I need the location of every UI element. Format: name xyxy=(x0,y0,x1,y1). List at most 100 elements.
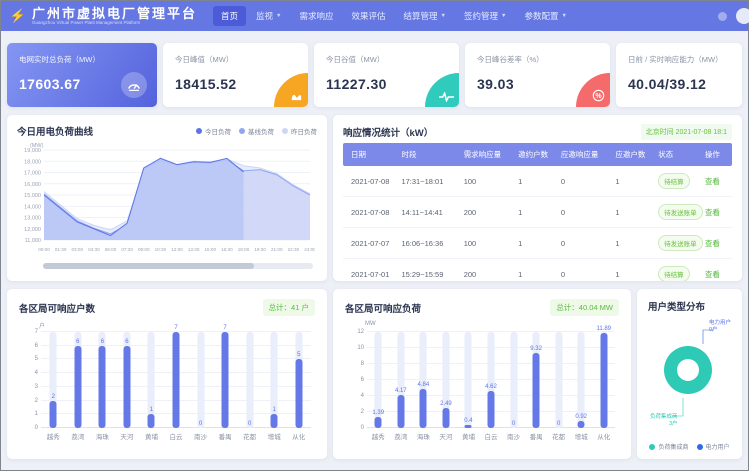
table-cell: 200 xyxy=(460,197,514,228)
nav-item-效果评估[interactable]: 效果评估 xyxy=(344,6,394,26)
chevron-down-icon: ▼ xyxy=(561,13,566,19)
bar-value-label: 0 xyxy=(557,421,560,427)
legend-label: 昨日负荷 xyxy=(291,126,317,136)
bar-value-label: 2.49 xyxy=(440,401,452,407)
legend-今日负荷[interactable]: 今日负荷 xyxy=(196,126,231,136)
svg-text:%: % xyxy=(595,93,601,100)
bar-value xyxy=(148,414,155,428)
nav-item-需求响应[interactable]: 需求响应 xyxy=(292,6,342,26)
table-cell-status: 待结算 xyxy=(654,166,701,197)
nav-item-结算管理[interactable]: 结算管理▼ xyxy=(396,6,454,26)
notification-icon[interactable] xyxy=(718,12,727,21)
legend-label: 负荷集成商 xyxy=(658,442,688,451)
legend-dot-icon xyxy=(239,128,245,134)
table-cell: 14:11~14:41 xyxy=(397,197,459,228)
avatar[interactable] xyxy=(736,8,749,24)
bar-越秀: 2 xyxy=(41,332,66,428)
svg-text:19:30: 19:30 xyxy=(254,247,266,252)
status-badge: 待结算 xyxy=(658,173,690,189)
svg-text:15:00: 15:00 xyxy=(205,247,217,252)
svg-text:12:00: 12:00 xyxy=(171,247,183,252)
response-stats-panel: 响应情况统计（kW） 北京时间 2021-07-08 18:1 日期时段需求响应… xyxy=(333,115,742,281)
svg-text:(MW): (MW) xyxy=(30,143,44,149)
table-cell-status: 待发送账单 xyxy=(654,228,701,259)
slice-value: 0户 xyxy=(709,327,731,334)
bar-增城: 1 xyxy=(262,332,287,428)
view-link[interactable]: 查看 xyxy=(705,270,720,279)
nav-item-监视[interactable]: 监视▼ xyxy=(248,6,289,26)
column-header-时段: 时段 xyxy=(397,143,459,166)
x-label-花都: 花都 xyxy=(237,431,262,441)
column-header-需求响应量: 需求响应量 xyxy=(460,143,514,166)
nav-item-签约管理[interactable]: 签约管理▼ xyxy=(456,6,514,26)
bar-海珠: 6 xyxy=(90,332,115,428)
bar-南沙: 0 xyxy=(188,332,213,428)
table-row: 2021-07-0716:06~16:36100101待发送账单查看 xyxy=(343,228,732,259)
nav-item-label: 效果评估 xyxy=(352,10,386,22)
table-cell: 1 xyxy=(611,166,654,197)
table-cell: 2021-07-07 xyxy=(343,228,397,259)
table-cell: 200 xyxy=(460,259,514,282)
district-users-panel: 各区局可响应户数 总计：41 户 户0123456726661707015越秀荔… xyxy=(7,289,327,459)
bar-value xyxy=(600,333,607,428)
bar-value-label: 4.17 xyxy=(395,388,407,394)
svg-text:17,000: 17,000 xyxy=(24,171,41,177)
status-badge: 待发送账单 xyxy=(658,204,703,220)
x-label-白云: 白云 xyxy=(480,431,503,441)
x-label-白云: 白云 xyxy=(164,431,189,441)
district-load-panel: 各区局可响应负荷 总计：40.04 MW MW0246810121.394.17… xyxy=(333,289,631,459)
bar-value-label: 7 xyxy=(223,325,226,331)
view-link[interactable]: 查看 xyxy=(705,239,720,248)
column-header-邀约户数: 邀约户数 xyxy=(514,143,557,166)
bar-value-label: 1.39 xyxy=(372,410,384,416)
legend-昨日负荷[interactable]: 昨日负荷 xyxy=(282,126,317,136)
top-nav: ⚡ 广州市虚拟电厂管理平台 Guangzhou Virtual Power Pl… xyxy=(1,1,748,31)
y-tick-label: 12 xyxy=(351,329,364,335)
nav-item-首页[interactable]: 首页 xyxy=(213,6,246,26)
slice-value: 3户 xyxy=(650,421,678,428)
nav-item-label: 签约管理 xyxy=(464,10,498,22)
kpi-card-0: 电网实时总负荷（MW）17603.67 xyxy=(7,43,157,107)
y-tick-label: 2 xyxy=(25,398,38,404)
y-tick-label: 7 xyxy=(25,329,38,335)
kpi-card-2: 今日谷值（MW）11227.30 xyxy=(314,43,459,107)
chart-zoom-scrollbar[interactable] xyxy=(43,263,313,269)
view-link[interactable]: 查看 xyxy=(705,177,720,186)
slice-label-电力用户: 电力用户0户 xyxy=(709,320,731,334)
bar-value xyxy=(173,332,180,428)
y-tick-label: 8 xyxy=(351,361,364,367)
column-header-操作: 操作 xyxy=(701,143,732,166)
beijing-time: 北京时间 2021-07-08 18:1 xyxy=(641,124,732,140)
nav-item-参数配置[interactable]: 参数配置▼ xyxy=(516,6,574,26)
bar-value xyxy=(123,346,130,428)
table-row: 2021-07-0817:31~18:01100101待结算查看 xyxy=(343,166,732,197)
svg-text:01:30: 01:30 xyxy=(55,247,67,252)
svg-text:16,000: 16,000 xyxy=(24,182,41,188)
district-users-title: 各区局可响应户数 xyxy=(19,301,95,315)
table-cell: 1 xyxy=(514,259,557,282)
view-link[interactable]: 查看 xyxy=(705,208,720,217)
bar-从化: 11.89 xyxy=(592,332,615,428)
slice-name: 负荷集成商 xyxy=(650,414,678,421)
svg-text:07:30: 07:30 xyxy=(121,247,133,252)
svg-text:18:00: 18:00 xyxy=(238,247,250,252)
svg-text:22:30: 22:30 xyxy=(288,247,300,252)
dashboard-root: { "colors": { "nav": "#6577e3", "accent_… xyxy=(0,0,749,471)
legend-负荷集成商[interactable]: 负荷集成商 xyxy=(649,442,688,451)
column-header-应邀响应量: 应邀响应量 xyxy=(557,143,611,166)
kpi-card-1: 今日峰值（MW）18415.52 xyxy=(163,43,308,107)
bar-value-label: 4.62 xyxy=(485,384,497,390)
table-cell: 100 xyxy=(460,228,514,259)
legend-基线负荷[interactable]: 基线负荷 xyxy=(239,126,274,136)
bar-value xyxy=(488,391,495,428)
svg-text:13:30: 13:30 xyxy=(188,247,200,252)
kpi-card-4: 日前 / 实时响应能力（MW）40.04/39.12 xyxy=(616,43,742,107)
kpi-label: 日前 / 实时响应能力（MW） xyxy=(628,54,730,65)
svg-text:24:00: 24:00 xyxy=(304,247,315,252)
legend-电力用户[interactable]: 电力用户 xyxy=(697,442,730,451)
svg-text:16:30: 16:30 xyxy=(221,247,233,252)
table-cell: 17:31~18:01 xyxy=(397,166,459,197)
bar-track xyxy=(510,332,517,428)
logo-icon: ⚡ xyxy=(9,8,27,24)
user-type-legend: 负荷集成商电力用户 xyxy=(637,442,742,451)
